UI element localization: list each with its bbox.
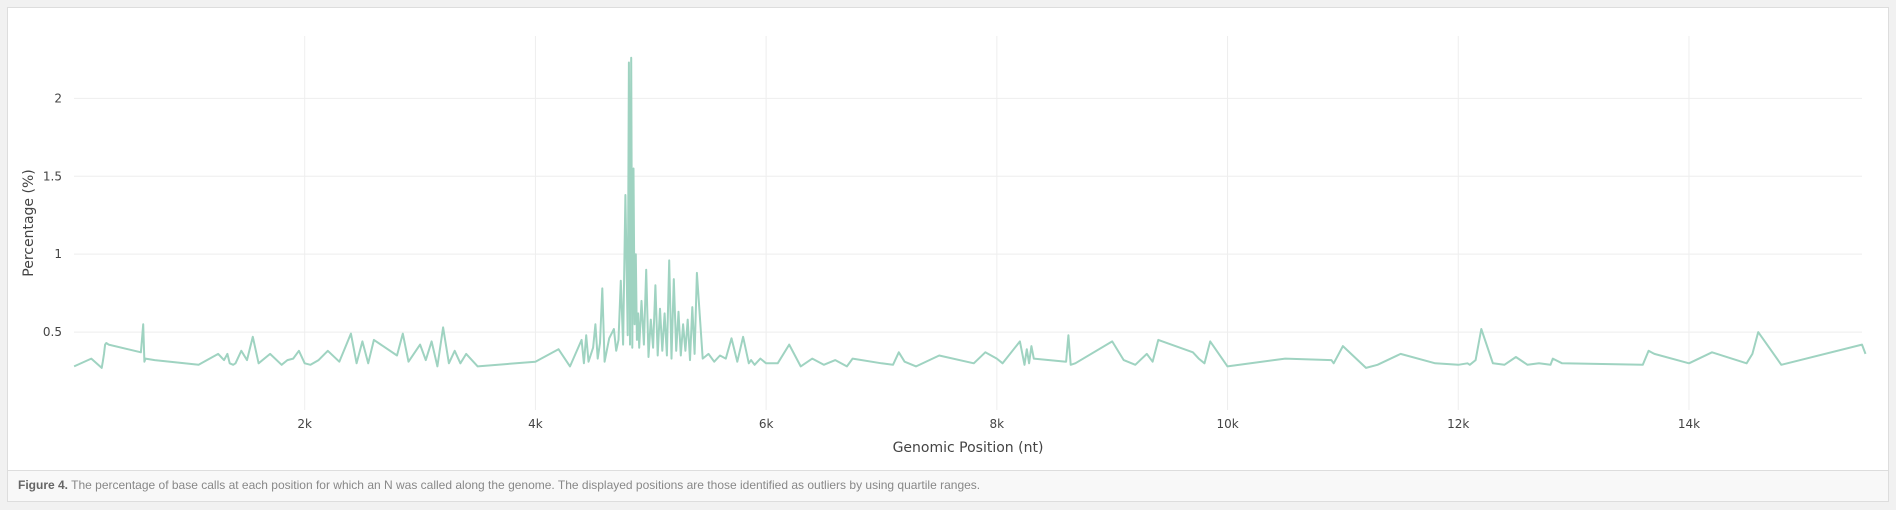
- figure-label: Figure 4.: [18, 478, 69, 492]
- y-axis-title: Percentage (%): [21, 169, 37, 276]
- x-tick-label: 4k: [528, 417, 543, 431]
- y-tick-label: 1.5: [43, 169, 62, 183]
- x-tick-label: 10k: [1216, 417, 1238, 431]
- x-tick-label: 12k: [1447, 417, 1469, 431]
- y-tick-label: 0.5: [43, 325, 62, 339]
- x-tick-label: 8k: [990, 417, 1005, 431]
- y-tick-label: 2: [54, 91, 62, 105]
- figure-caption-text: The percentage of base calls at each pos…: [71, 478, 981, 492]
- y-tick-label: 1: [54, 247, 62, 261]
- figure-card: 2k 4k 6k 8k 10k 12k 14k 0.5 1 1.5 2 Genomic Positio…: [7, 7, 1889, 502]
- figure-caption: Figure 4. The percentage of base calls a…: [8, 470, 1888, 501]
- x-tick-label: 6k: [759, 417, 774, 431]
- plot-area: 2k 4k 6k 8k 10k 12k 14k 0.5 1 1.5 2 Genomic Positio…: [8, 8, 1888, 470]
- x-tick-label: 14k: [1678, 417, 1700, 431]
- line-chart: 2k 4k 6k 8k 10k 12k 14k 0.5 1 1.5 2 Genomic Positio…: [21, 36, 1867, 456]
- x-tick-label: 2k: [297, 417, 312, 431]
- x-axis-title: Genomic Position (nt): [893, 440, 1044, 456]
- data-series-line: [73, 56, 1867, 369]
